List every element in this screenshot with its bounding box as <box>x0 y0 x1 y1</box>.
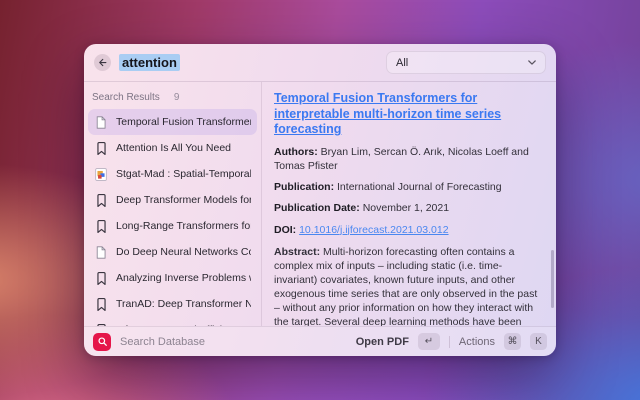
k-key-badge: K <box>530 333 547 350</box>
publication-field: Publication: International Journal of Fo… <box>274 181 544 195</box>
paper-detail-pane: Temporal Fusion Transformers for interpr… <box>262 82 556 326</box>
search-icon <box>97 336 108 347</box>
document-icon <box>94 245 108 259</box>
list-item[interactable]: Deep Transformer Models for Ti... <box>88 187 257 213</box>
pdf-thumbnail-icon <box>94 167 108 181</box>
app-icon <box>93 333 111 351</box>
list-item-label: Analyzing Inverse Problems with... <box>116 272 251 284</box>
open-pdf-button[interactable]: Open PDF <box>356 336 409 348</box>
list-item-label: Do Deep Neural Networks Contr... <box>116 246 251 258</box>
publication-value: International Journal of Forecasting <box>337 181 502 193</box>
raycast-window: attention All Search Results 9 Temporal … <box>84 44 556 356</box>
bookmark-icon <box>94 219 108 233</box>
list-item[interactable]: Informer: Beyond Efficient Trans... <box>88 317 257 326</box>
bookmark-icon <box>94 323 108 326</box>
filter-dropdown-value: All <box>396 57 528 69</box>
list-item-label: Long-Range Transformers for D... <box>116 220 251 232</box>
results-section-title: Search Results <box>92 92 160 103</box>
publication-label: Publication: <box>274 181 334 193</box>
bookmark-icon <box>94 297 108 311</box>
list-item-label: Informer: Beyond Efficient Trans... <box>116 324 251 326</box>
bookmark-icon <box>94 141 108 155</box>
search-results-list: Search Results 9 Temporal Fusion Transfo… <box>84 82 262 326</box>
paper-title-link[interactable]: Temporal Fusion Transformers for interpr… <box>274 91 544 138</box>
root-search-input[interactable]: Search Database <box>120 336 347 348</box>
chevron-down-icon <box>528 60 536 65</box>
search-header: attention All <box>84 44 556 82</box>
results-section-header: Search Results 9 <box>88 90 257 109</box>
bookmark-icon <box>94 193 108 207</box>
footer-bar: Search Database Open PDF ↵ Actions ⌘ K <box>84 326 556 356</box>
list-item-label: Temporal Fusion Transformers f... <box>116 116 251 128</box>
list-item[interactable]: Stgat-Mad : Spatial-Temporal Gr... <box>88 161 257 187</box>
abstract-label: Abstract: <box>274 246 320 258</box>
return-key-badge: ↵ <box>418 333 440 350</box>
list-item-label: Stgat-Mad : Spatial-Temporal Gr... <box>116 168 251 180</box>
list-item-label: Deep Transformer Models for Ti... <box>116 194 251 206</box>
filter-dropdown[interactable]: All <box>386 51 546 74</box>
detail-scrollbar[interactable] <box>551 250 554 308</box>
doi-field: DOI: 10.1016/j.ijforecast.2021.03.012 <box>274 224 544 238</box>
actions-button[interactable]: Actions <box>459 336 495 348</box>
publication-date-field: Publication Date: November 1, 2021 <box>274 202 544 216</box>
authors-label: Authors: <box>274 146 318 158</box>
back-button[interactable] <box>94 54 111 71</box>
footer-divider <box>449 336 450 348</box>
authors-field: Authors: Bryan Lim, Sercan Ö. Arık, Nico… <box>274 146 544 174</box>
bookmark-icon <box>94 271 108 285</box>
list-item[interactable]: Long-Range Transformers for D... <box>88 213 257 239</box>
abstract-field: Abstract: Multi-horizon forecasting ofte… <box>274 245 544 326</box>
command-key-badge: ⌘ <box>504 333 521 350</box>
doi-label: DOI: <box>274 224 296 236</box>
results-count: 9 <box>174 92 180 103</box>
search-query-input[interactable]: attention <box>119 54 180 71</box>
publication-date-value: November 1, 2021 <box>363 202 449 214</box>
left-arrow-icon <box>98 58 107 67</box>
list-item-label: TranAD: Deep Transformer Net... <box>116 298 251 310</box>
document-icon <box>94 115 108 129</box>
list-item[interactable]: Analyzing Inverse Problems with... <box>88 265 257 291</box>
list-item-label: Attention Is All You Need <box>116 142 231 154</box>
list-item[interactable]: Attention Is All You Need <box>88 135 257 161</box>
list-item[interactable]: Do Deep Neural Networks Contr... <box>88 239 257 265</box>
publication-date-label: Publication Date: <box>274 202 360 214</box>
list-item[interactable]: TranAD: Deep Transformer Net... <box>88 291 257 317</box>
doi-link[interactable]: 10.1016/j.ijforecast.2021.03.012 <box>299 224 448 236</box>
list-item[interactable]: Temporal Fusion Transformers f... <box>88 109 257 135</box>
